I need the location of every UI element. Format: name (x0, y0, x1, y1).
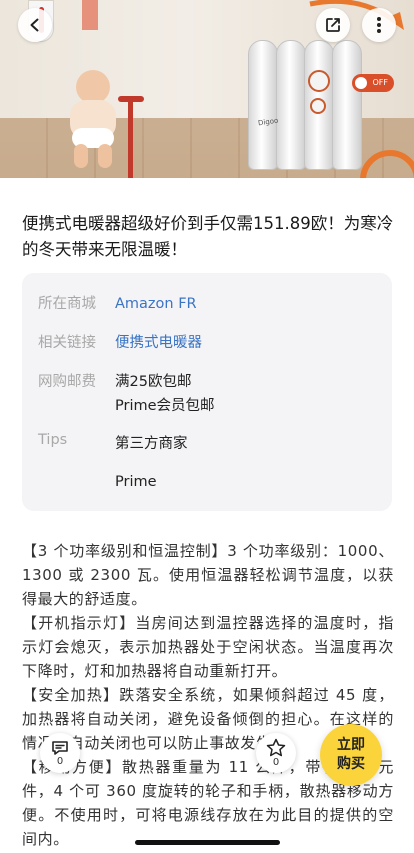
tips-label: Tips (38, 432, 68, 448)
hero-decoration (82, 0, 98, 30)
product-hero-image: Digoo OFF (0, 0, 414, 178)
shipping-label: 网购邮费 (38, 374, 96, 390)
chevron-left-icon (30, 18, 39, 32)
favorite-count: 0 (272, 757, 280, 768)
buy-now-button[interactable]: 立即 购买 (320, 724, 382, 786)
comment-count: 0 (56, 755, 64, 767)
related-link[interactable]: 便携式电暖器 (115, 331, 375, 355)
post-title: 便携式电暖器超级好价到手仅需151.89欧！为寒冷的冬天带来无限温暖！ (22, 214, 394, 259)
post-content: 【3 个功率级别和恒温控制】3 个功率级别：1000、1300 或 2300 瓦… (22, 539, 394, 851)
back-button[interactable] (18, 8, 52, 42)
buy-now-label-line-2: 购买 (337, 756, 365, 772)
power-toggle-graphic: OFF (352, 74, 394, 92)
heater-graphic (248, 40, 366, 170)
more-button[interactable] (362, 8, 396, 42)
shipping-line-2: Prime会员包邮 (115, 398, 215, 414)
deal-info-card: 所在商城 Amazon FR 相关链接 便携式电暖器 网购邮费 满25欧包邮 P… (22, 273, 392, 511)
related-link-label: 相关链接 (38, 335, 96, 351)
tips-line-2: Prime (115, 474, 157, 490)
baby-graphic (58, 70, 128, 170)
star-icon (266, 738, 286, 757)
share-icon (326, 18, 340, 32)
buy-now-label-line-1: 立即 (337, 737, 365, 753)
shipping-value: 满25欧包邮 Prime会员包邮 (115, 370, 375, 418)
comment-icon (52, 740, 68, 755)
walker-pole (128, 96, 133, 178)
content-paragraph: 【3 个功率级别和恒温控制】3 个功率级别：1000、1300 或 2300 瓦… (22, 542, 394, 608)
tips-value: 第三方商家 Prime (115, 432, 375, 494)
comment-button[interactable]: 0 (40, 733, 80, 773)
content-paragraph: 【开机指示灯】当房间达到温控器选择的温度时，指示灯会熄灭，表示加热器处于空闲状态… (22, 614, 394, 680)
tips-line-1: 第三方商家 (115, 436, 188, 452)
home-indicator[interactable] (135, 840, 280, 845)
shipping-line-1: 满25欧包邮 (115, 374, 192, 390)
store-link[interactable]: Amazon FR (115, 292, 375, 316)
more-vertical-icon (377, 17, 381, 33)
share-button[interactable] (316, 8, 350, 42)
favorite-button[interactable]: 0 (256, 733, 296, 773)
store-label: 所在商城 (38, 296, 96, 312)
